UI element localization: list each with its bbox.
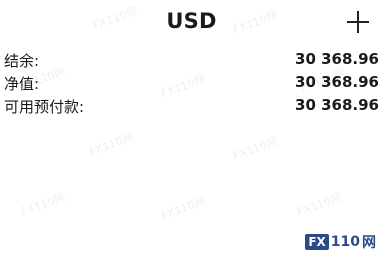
header-bar: USD	[0, 0, 383, 44]
brand-logo: FX 110 网	[305, 232, 376, 252]
currency-title: USD	[166, 9, 217, 33]
brand-fx: FX	[305, 234, 329, 250]
watermark-text: FX110网	[295, 190, 343, 219]
watermark-text: FX110网	[19, 190, 67, 219]
equity-label: 净值:	[4, 75, 40, 93]
add-icon[interactable]	[347, 11, 369, 33]
brand-cn: 网	[362, 235, 376, 251]
equity-value: 30 368.96	[295, 73, 379, 91]
balance-label: 结余:	[4, 52, 40, 70]
free-margin-row: 可用预付款: 30 368.96	[0, 94, 383, 117]
free-margin-label: 可用预付款:	[4, 98, 85, 116]
free-margin-value: 30 368.96	[295, 96, 379, 114]
watermark-text: FX110网	[231, 134, 279, 163]
account-summary: 结余: 30 368.96 净值: 30 368.96 可用预付款: 30 36…	[0, 48, 383, 117]
watermark-text: FX110网	[87, 130, 135, 159]
balance-value: 30 368.96	[295, 50, 379, 68]
equity-row: 净值: 30 368.96	[0, 71, 383, 94]
watermark-text: FX110网	[159, 194, 207, 223]
brand-num: 110	[330, 234, 360, 250]
balance-row: 结余: 30 368.96	[0, 48, 383, 71]
